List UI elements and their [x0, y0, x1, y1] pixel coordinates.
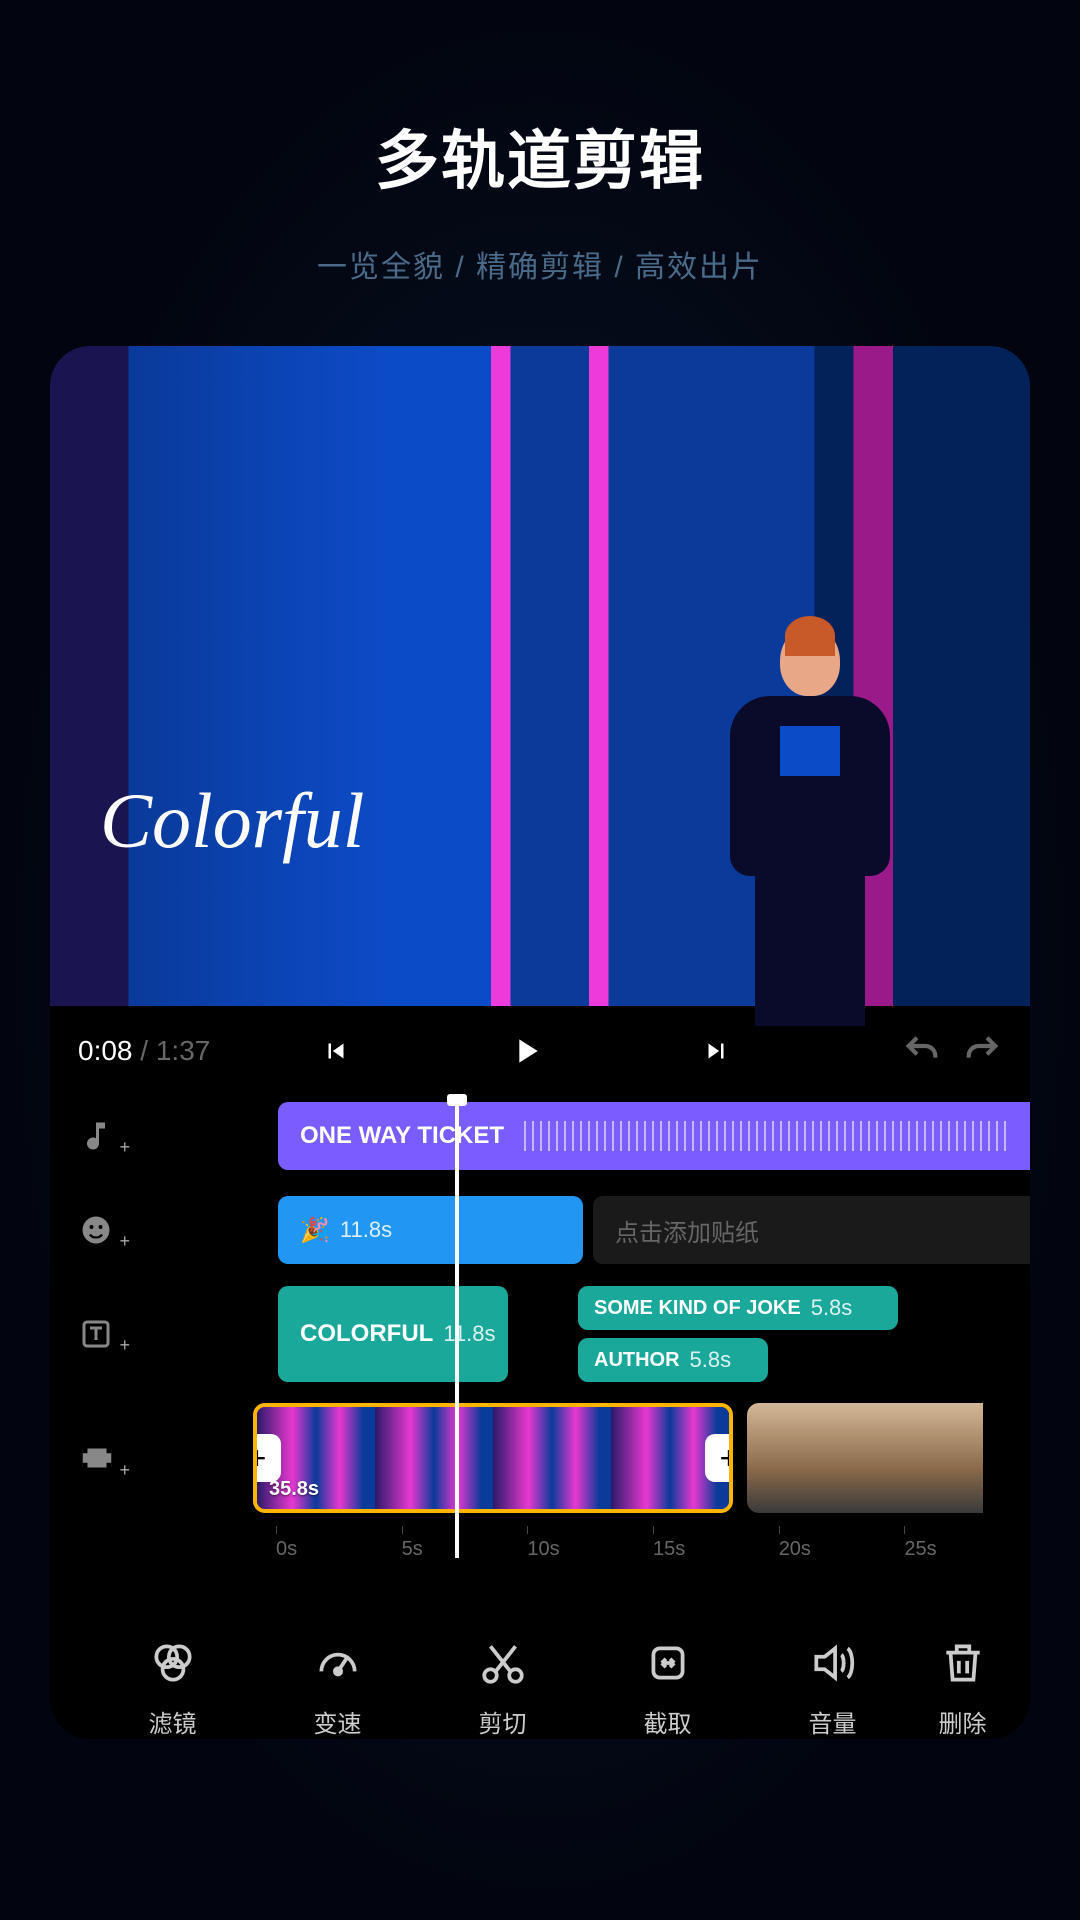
volume-icon	[807, 1638, 859, 1688]
sticker-emoji: 🎉	[300, 1216, 330, 1245]
filter-icon	[147, 1638, 199, 1688]
waveform-icon	[524, 1121, 1008, 1151]
editor-panel: Colorful 0:08 / 1:37	[50, 346, 1030, 1739]
add-music-button[interactable]: +	[78, 1118, 138, 1154]
play-bar: 0:08 / 1:37	[50, 1006, 1030, 1096]
next-button[interactable]	[696, 1031, 736, 1071]
cut-button[interactable]: 剪切	[423, 1638, 583, 1739]
add-video-button[interactable]: +	[78, 1439, 138, 1477]
film-icon	[78, 1439, 116, 1477]
add-clip-before-button[interactable]: +	[253, 1434, 281, 1482]
video-preview[interactable]: Colorful	[50, 346, 1030, 1006]
scissors-icon	[477, 1638, 529, 1688]
preview-overlay-text: Colorful	[100, 776, 364, 866]
video-clip-selected[interactable]: + 35.8s +	[253, 1403, 733, 1513]
prev-button[interactable]	[316, 1031, 356, 1071]
video-clip[interactable]	[747, 1403, 997, 1513]
redo-icon	[962, 1031, 1002, 1071]
time-ruler: 0s 5s 10s 15s 20s 25s	[50, 1538, 1030, 1578]
undo-icon	[902, 1031, 942, 1071]
timeline[interactable]: + ONE WAY TICKET + 🎉 11.8s 点击添加贴纸	[50, 1096, 1030, 1598]
crop-icon	[642, 1638, 694, 1688]
music-note-icon	[78, 1118, 114, 1154]
speed-button[interactable]: 变速	[258, 1638, 418, 1739]
sticker-clip[interactable]: 🎉 11.8s	[278, 1196, 583, 1264]
text-clip[interactable]: AUTHOR 5.8s	[578, 1338, 768, 1382]
preview-subject	[710, 626, 910, 1006]
emoji-icon	[78, 1212, 114, 1248]
text-track: + COLORFUL 11.8s SOME KIND OF JOKE 5.8s …	[50, 1284, 1030, 1384]
text-clip-main[interactable]: COLORFUL 11.8s	[278, 1286, 508, 1382]
page-title: 多轨道剪辑	[0, 0, 1080, 202]
text-icon	[78, 1316, 114, 1352]
volume-button[interactable]: 音量	[753, 1638, 913, 1739]
sticker-duration: 11.8s	[340, 1217, 392, 1243]
bottom-toolbar: 滤镜 变速 剪切 截取 音量 删除	[50, 1598, 1030, 1739]
add-sticker-button[interactable]: +	[78, 1212, 138, 1248]
trash-icon	[937, 1638, 989, 1688]
video-clip-duration: 35.8s	[269, 1478, 319, 1501]
delete-button[interactable]: 删除	[918, 1638, 1008, 1739]
play-button[interactable]	[506, 1031, 546, 1071]
redo-button[interactable]	[962, 1031, 1002, 1071]
crop-button[interactable]: 截取	[588, 1638, 748, 1739]
sticker-placeholder[interactable]: 点击添加贴纸	[593, 1196, 1030, 1264]
music-track: + ONE WAY TICKET	[50, 1096, 1030, 1176]
sticker-track: + 🎉 11.8s 点击添加贴纸	[50, 1190, 1030, 1270]
music-clip[interactable]: ONE WAY TICKET	[278, 1102, 1030, 1170]
playhead[interactable]	[455, 1096, 459, 1558]
video-track: + + 35.8s +	[50, 1398, 1030, 1518]
add-clip-after-button[interactable]: +	[705, 1434, 733, 1482]
music-clip-title: ONE WAY TICKET	[300, 1122, 504, 1150]
text-clip[interactable]: SOME KIND OF JOKE 5.8s	[578, 1286, 898, 1330]
page-subtitle: 一览全貌 / 精确剪辑 / 高效出片	[0, 242, 1080, 286]
add-text-button[interactable]: +	[78, 1316, 138, 1352]
time-current: 0:08	[78, 1035, 133, 1066]
play-icon	[506, 1031, 546, 1071]
undo-button[interactable]	[902, 1031, 942, 1071]
skip-prev-icon	[321, 1036, 351, 1066]
skip-next-icon	[701, 1036, 731, 1066]
speed-icon	[312, 1638, 364, 1688]
filter-button[interactable]: 滤镜	[93, 1638, 253, 1739]
